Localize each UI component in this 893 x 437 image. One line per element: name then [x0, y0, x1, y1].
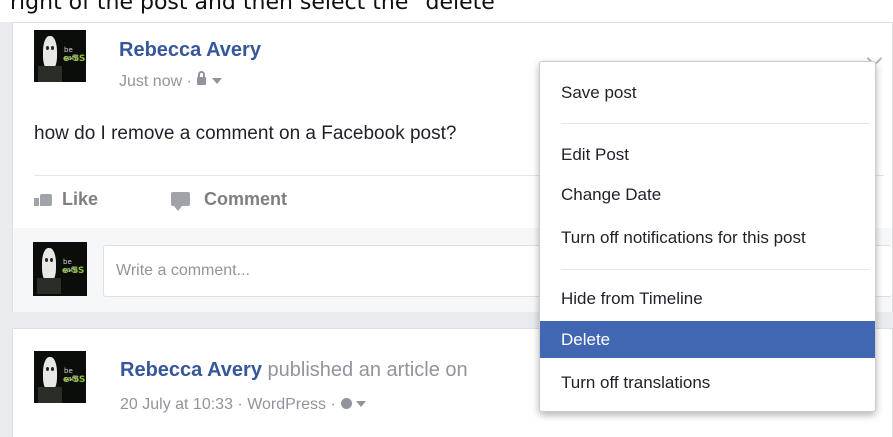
- post-options-menu: Save post Edit Post Change Date Turn off…: [539, 61, 876, 412]
- speech-bubble-icon: [171, 191, 190, 211]
- menu-separator: [561, 269, 869, 270]
- menu-item-turn-off-notifications[interactable]: Turn off notifications for this post: [540, 219, 875, 256]
- comment-button[interactable]: Comment: [171, 189, 288, 211]
- post2-source[interactable]: WordPress: [247, 396, 326, 413]
- post2-date[interactable]: 20 July at 10:33: [120, 396, 233, 413]
- menu-item-hide-from-timeline[interactable]: Hide from Timeline: [540, 280, 875, 317]
- thumbs-up-icon: [34, 192, 52, 206]
- mask-face-icon: [43, 357, 57, 391]
- post2-action-text: published an article on: [267, 359, 468, 381]
- post2-meta: 20 July at 10:33 · WordPress ·: [120, 396, 366, 414]
- menu-item-delete[interactable]: Delete: [540, 321, 875, 358]
- avatar-text-line2: e-SS: [63, 54, 86, 64]
- tutorial-caption: right of the post and then select the "d…: [10, 0, 505, 15]
- menu-item-edit-post[interactable]: Edit Post: [540, 136, 875, 173]
- comment-label: Comment: [204, 189, 288, 209]
- post-text: how do I remove a comment on a Facebook …: [34, 123, 457, 144]
- menu-item-turn-off-translations[interactable]: Turn off translations: [540, 364, 875, 401]
- menu-item-save-post[interactable]: Save post: [540, 74, 875, 111]
- commenter-avatar: be safe e-SS: [33, 242, 87, 296]
- post-timestamp[interactable]: Just now: [119, 73, 182, 90]
- menu-item-change-date[interactable]: Change Date: [540, 176, 875, 213]
- post2-headline: Rebecca Avery published an article on: [120, 359, 468, 382]
- privacy-dropdown-icon[interactable]: [211, 77, 222, 84]
- mask-face-icon: [43, 36, 57, 70]
- like-label: Like: [62, 189, 99, 209]
- author-avatar-2[interactable]: be safe e-SS: [34, 351, 86, 403]
- menu-separator: [561, 123, 869, 124]
- post-author-name[interactable]: Rebecca Avery: [119, 39, 261, 62]
- post-meta: Just now ·: [119, 70, 222, 91]
- globe-icon: [340, 398, 352, 410]
- privacy-dropdown-icon[interactable]: [355, 400, 366, 407]
- mask-face-icon: [42, 248, 56, 282]
- like-button[interactable]: Like: [34, 189, 98, 210]
- post2-author-name[interactable]: Rebecca Avery: [120, 359, 262, 381]
- author-avatar[interactable]: be safe e-SS: [34, 30, 86, 82]
- lock-icon: [196, 70, 206, 85]
